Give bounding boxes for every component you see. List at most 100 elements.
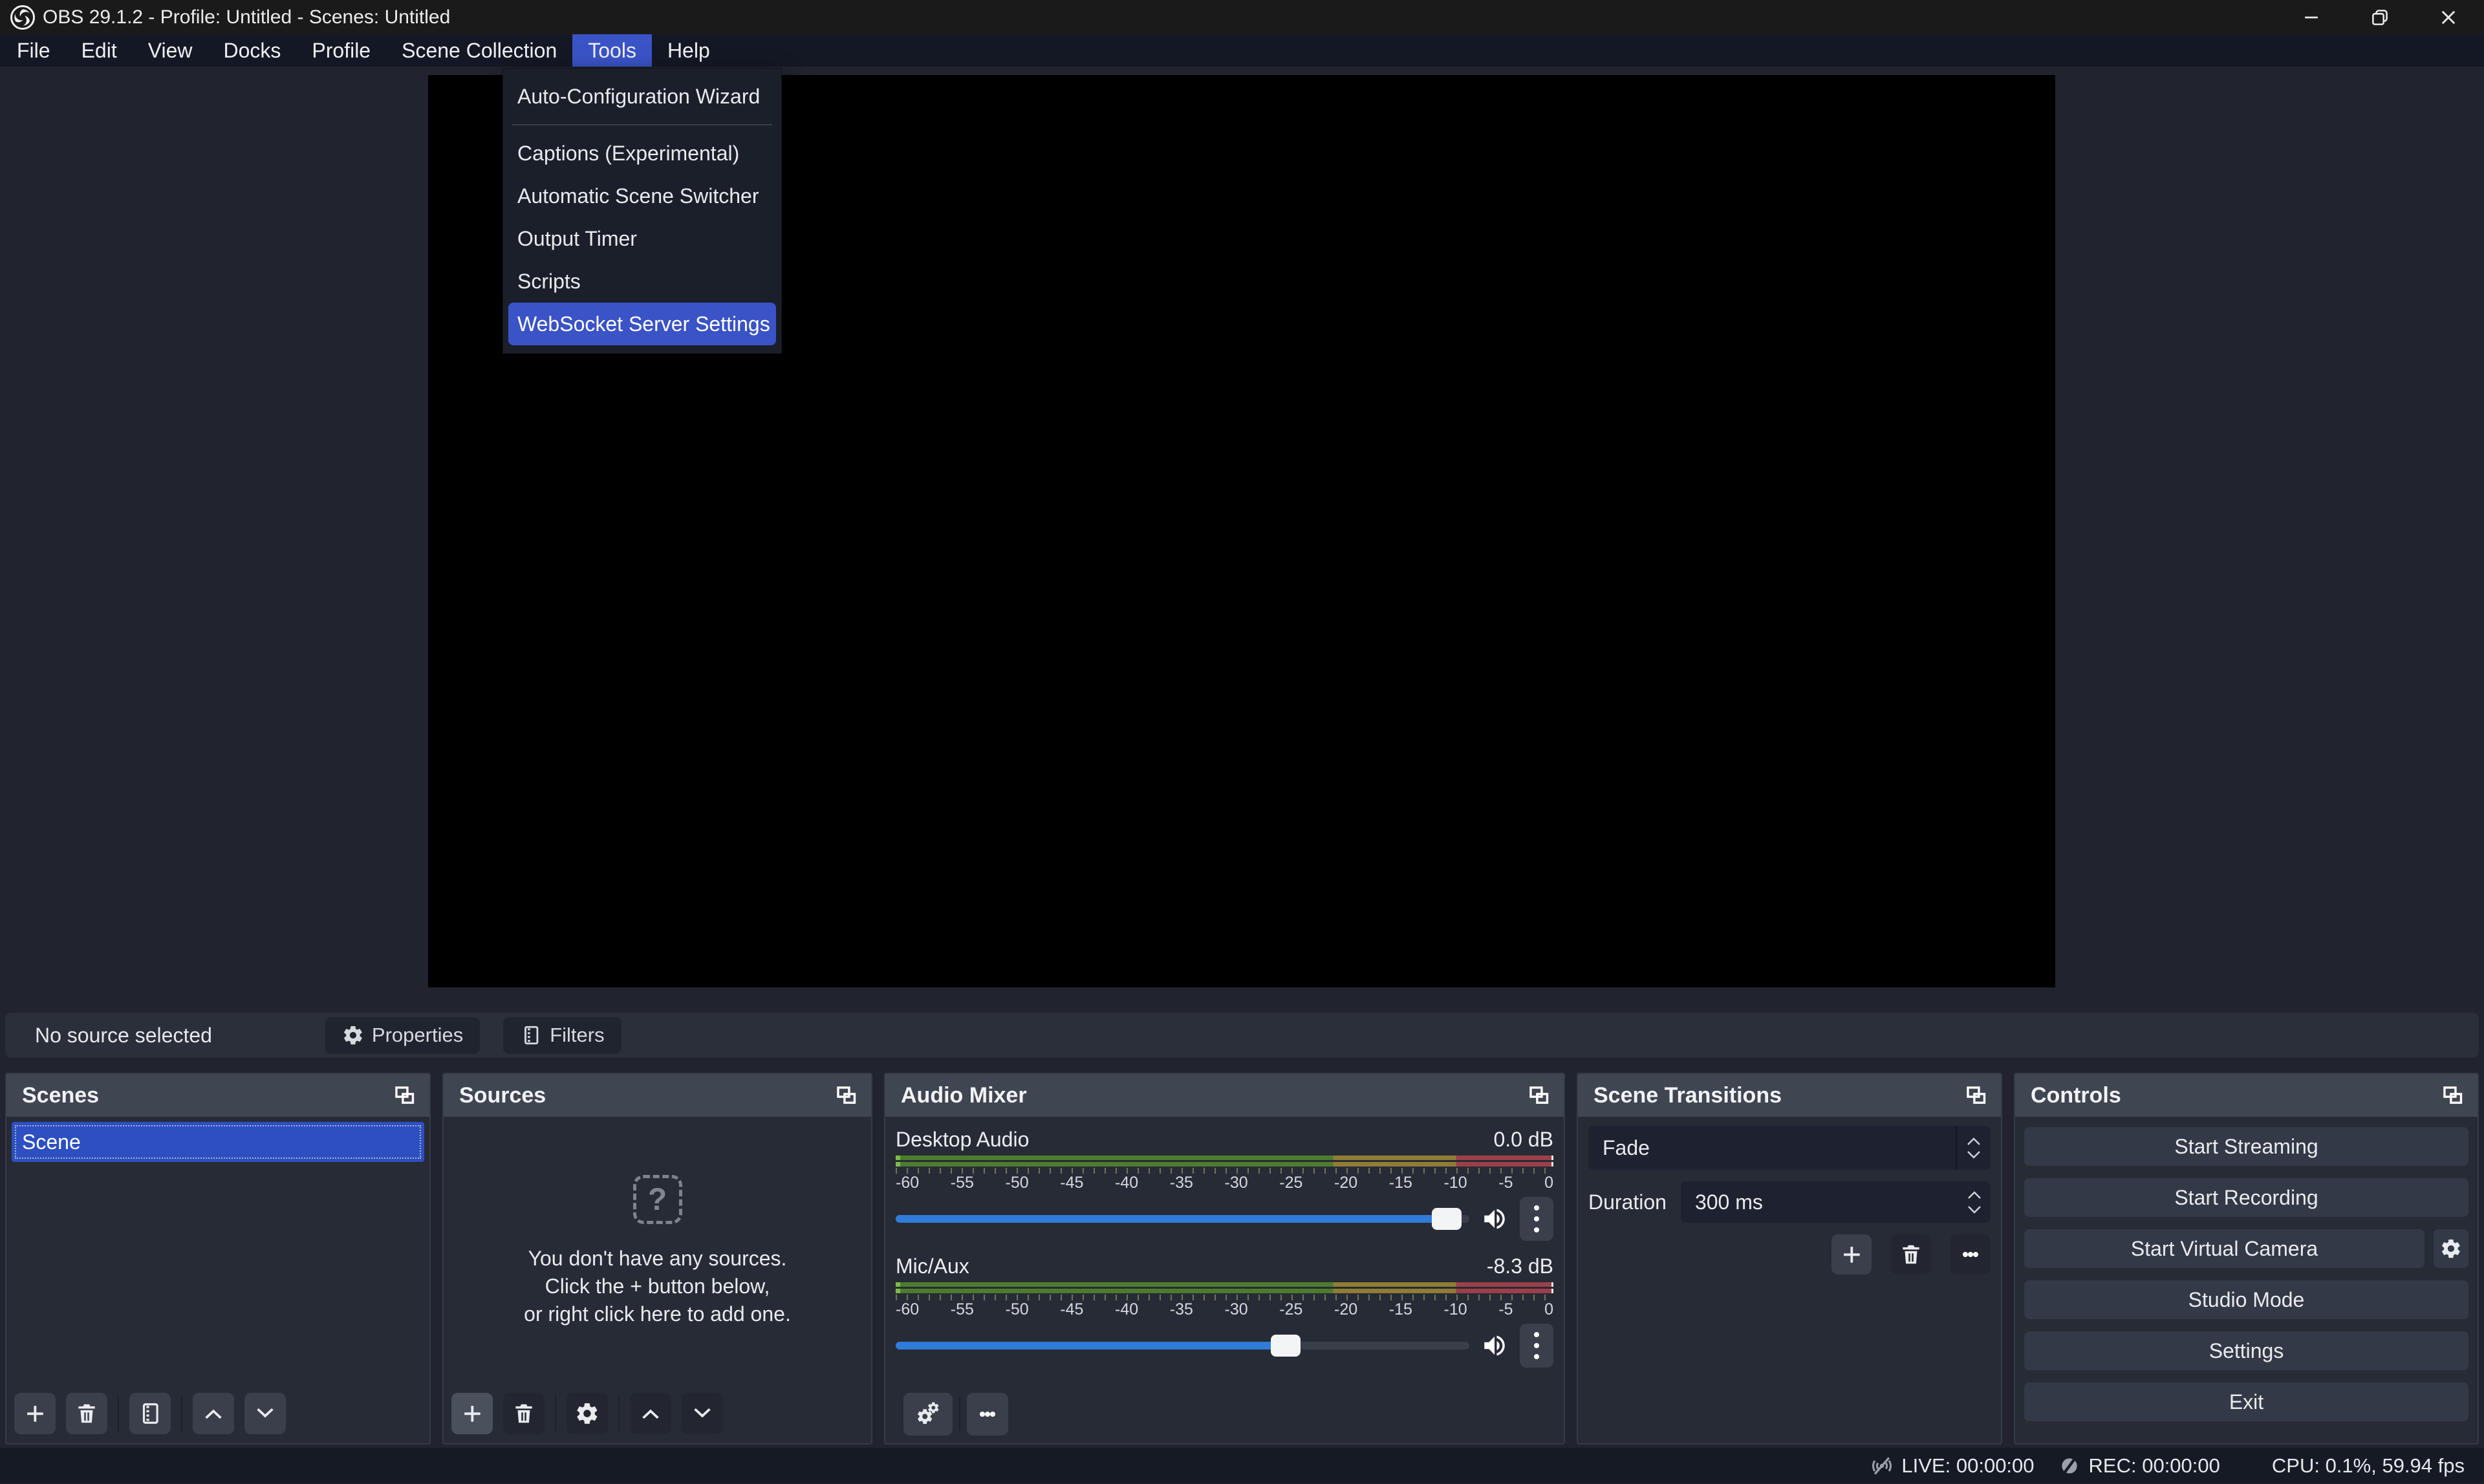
channel-level-db: -8.3 dB xyxy=(1487,1254,1553,1278)
gear-icon xyxy=(2440,1238,2462,1260)
channel-name: Mic/Aux xyxy=(896,1254,969,1278)
scenes-panel: Scenes Scene xyxy=(5,1073,431,1445)
audio-mixer-header: Audio Mixer xyxy=(885,1074,1564,1117)
chevron-down-icon xyxy=(1967,1205,1982,1214)
titlebar: OBS 29.1.2 - Profile: Untitled - Scenes:… xyxy=(0,0,2484,34)
scene-list-item[interactable]: Scene xyxy=(12,1122,424,1162)
popout-icon[interactable] xyxy=(392,1084,416,1106)
window-title: OBS 29.1.2 - Profile: Untitled - Scenes:… xyxy=(43,6,450,28)
move-source-down-button[interactable] xyxy=(682,1393,723,1434)
volume-slider[interactable] xyxy=(896,1342,1469,1350)
duration-value: 300 ms xyxy=(1681,1190,1763,1214)
virtual-camera-settings-button[interactable] xyxy=(2434,1229,2468,1268)
minimize-icon[interactable] xyxy=(2300,6,2322,28)
scene-transitions-header: Scene Transitions xyxy=(1578,1074,2001,1117)
move-source-up-button[interactable] xyxy=(630,1393,671,1434)
menu-item-tools[interactable]: Tools xyxy=(572,34,652,67)
start-streaming-button[interactable]: Start Streaming xyxy=(2024,1127,2468,1166)
toolbar-separator xyxy=(959,1397,960,1432)
channel-options-button[interactable] xyxy=(1520,1197,1553,1241)
plus-icon xyxy=(460,1401,484,1426)
source-status-label: No source selected xyxy=(35,1024,212,1048)
gear-icon xyxy=(575,1401,599,1426)
close-icon[interactable] xyxy=(2437,6,2459,28)
scenes-panel-header: Scenes xyxy=(6,1074,429,1117)
start-recording-button[interactable]: Start Recording xyxy=(2024,1178,2468,1217)
meter-ticks xyxy=(896,1168,1553,1174)
tools-menu-item-websocket-server-settings[interactable]: WebSocket Server Settings xyxy=(508,303,776,345)
move-scene-up-button[interactable] xyxy=(193,1393,234,1434)
audio-mixer-toolbar xyxy=(896,1393,1553,1443)
settings-button[interactable]: Settings xyxy=(2024,1331,2468,1370)
menu-item-file[interactable]: File xyxy=(1,34,66,67)
popout-icon[interactable] xyxy=(834,1084,858,1106)
obs-window: OBS 29.1.2 - Profile: Untitled - Scenes:… xyxy=(0,0,2484,1484)
advanced-audio-properties-button[interactable] xyxy=(903,1393,953,1436)
gears-icon xyxy=(915,1401,941,1427)
spinner-arrows[interactable] xyxy=(1967,1181,1982,1223)
add-transition-button[interactable] xyxy=(1831,1234,1872,1274)
remove-scene-button[interactable] xyxy=(66,1393,107,1434)
popout-icon[interactable] xyxy=(1963,1084,1988,1106)
chevron-up-icon xyxy=(201,1401,226,1426)
select-arrows[interactable] xyxy=(1956,1126,1991,1170)
popout-icon[interactable] xyxy=(1526,1084,1551,1106)
volume-slider[interactable] xyxy=(896,1215,1469,1223)
volume-slider-handle[interactable] xyxy=(1271,1335,1301,1357)
rec-time: REC: 00:00:00 xyxy=(2089,1454,2220,1478)
transition-options-button[interactable] xyxy=(1950,1234,1991,1274)
speaker-icon[interactable] xyxy=(1481,1332,1508,1359)
chevron-up-icon xyxy=(1967,1191,1982,1199)
rec-off-icon xyxy=(2057,1453,2082,1479)
speaker-icon[interactable] xyxy=(1481,1205,1508,1232)
menu-item-edit[interactable]: Edit xyxy=(66,34,133,67)
volume-slider-handle[interactable] xyxy=(1432,1208,1462,1230)
tools-menu-item-output-timer[interactable]: Output Timer xyxy=(508,217,776,260)
toolbar-separator xyxy=(618,1395,620,1432)
popout-icon[interactable] xyxy=(2440,1084,2465,1106)
volume-slider-fill xyxy=(896,1215,1447,1223)
studio-mode-button[interactable]: Studio Mode xyxy=(2024,1280,2468,1319)
sources-panel-header: Sources xyxy=(444,1074,871,1117)
gear-icon xyxy=(342,1024,364,1046)
chevron-down-icon xyxy=(1967,1150,1981,1159)
sources-panel-title: Sources xyxy=(459,1083,546,1108)
maximize-icon[interactable] xyxy=(2369,6,2391,28)
filter-icon xyxy=(138,1401,162,1426)
menubar: File Edit View Docks Profile Scene Colle… xyxy=(0,34,2484,67)
menu-item-docks[interactable]: Docks xyxy=(208,34,296,67)
source-properties-button[interactable] xyxy=(567,1393,608,1434)
start-virtual-camera-button[interactable]: Start Virtual Camera xyxy=(2024,1229,2425,1268)
scene-filters-button[interactable] xyxy=(129,1393,171,1434)
filters-label: Filters xyxy=(550,1024,604,1047)
channel-name: Desktop Audio xyxy=(896,1128,1029,1152)
exit-button[interactable]: Exit xyxy=(2024,1382,2468,1421)
add-scene-button[interactable] xyxy=(14,1393,56,1434)
channel-options-button[interactable] xyxy=(1520,1324,1553,1368)
sources-toolbar xyxy=(444,1386,871,1443)
transition-select[interactable]: Fade xyxy=(1588,1126,1991,1170)
menu-item-scene-collection[interactable]: Scene Collection xyxy=(386,34,572,67)
remove-transition-button[interactable] xyxy=(1891,1234,1931,1274)
sources-empty-line: You don't have any sources. xyxy=(528,1245,787,1273)
menu-item-view[interactable]: View xyxy=(133,34,208,67)
tools-menu-item-captions[interactable]: Captions (Experimental) xyxy=(508,132,776,175)
tools-menu-item-auto-configuration-wizard[interactable]: Auto-Configuration Wizard xyxy=(508,75,776,118)
chevron-up-icon xyxy=(638,1401,663,1426)
mixer-options-button[interactable] xyxy=(967,1393,1008,1436)
controls-title: Controls xyxy=(2031,1083,2121,1108)
properties-button[interactable]: Properties xyxy=(325,1017,480,1054)
move-scene-down-button[interactable] xyxy=(244,1393,286,1434)
menu-item-profile[interactable]: Profile xyxy=(296,34,386,67)
filters-button[interactable]: Filters xyxy=(503,1017,621,1054)
sources-list: ? You don't have any sources. Click the … xyxy=(444,1117,871,1443)
menu-item-help[interactable]: Help xyxy=(652,34,726,67)
tools-menu-item-scripts[interactable]: Scripts xyxy=(508,260,776,303)
audio-mixer-title: Audio Mixer xyxy=(901,1083,1027,1108)
duration-spinner[interactable]: 300 ms xyxy=(1681,1181,1991,1223)
add-source-button[interactable] xyxy=(451,1393,493,1434)
sources-panel: Sources ? You don't have any sources. Cl… xyxy=(442,1073,872,1445)
tools-menu-item-automatic-scene-switcher[interactable]: Automatic Scene Switcher xyxy=(508,175,776,217)
remove-source-button[interactable] xyxy=(503,1393,545,1434)
scenes-list: Scene xyxy=(6,1117,429,1443)
